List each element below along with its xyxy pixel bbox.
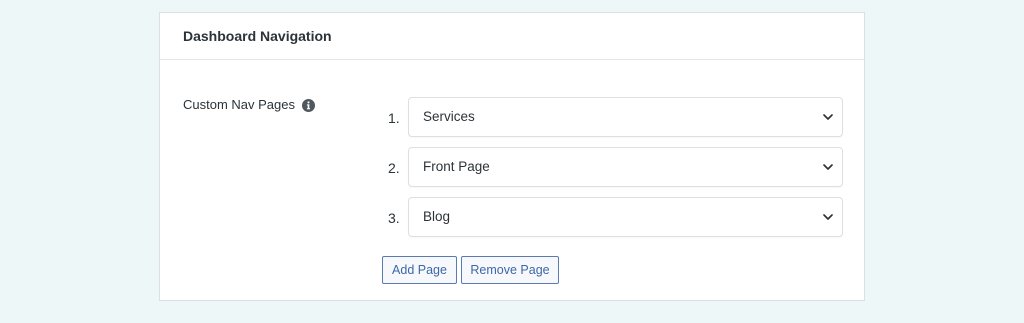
custom-nav-pages-label-group: Custom Nav Pages [183, 97, 315, 112]
custom-nav-pages-label: Custom Nav Pages [183, 97, 295, 112]
nav-page-select-value: Blog [423, 209, 451, 224]
add-page-button[interactable]: Add Page [382, 256, 457, 284]
nav-page-row-2: 2. Front Page [382, 147, 844, 187]
panel-header: Dashboard Navigation [160, 13, 864, 60]
nav-page-select-value: Services [423, 109, 475, 124]
panel-title: Dashboard Navigation [183, 28, 332, 44]
chevron-down-icon [823, 214, 833, 220]
info-icon[interactable] [302, 98, 315, 112]
nav-page-select-3[interactable]: Blog [408, 197, 843, 237]
nav-page-row-3: 3. Blog [382, 197, 844, 237]
dashboard-navigation-panel: Dashboard Navigation Custom Nav Pages 1.… [159, 12, 865, 301]
chevron-down-icon [823, 164, 833, 170]
nav-page-select-2[interactable]: Front Page [408, 147, 843, 187]
remove-page-button[interactable]: Remove Page [461, 256, 559, 284]
chevron-down-icon [823, 114, 833, 120]
nav-page-index: 3. [388, 210, 400, 226]
nav-page-select-1[interactable]: Services [408, 97, 843, 137]
nav-page-index: 2. [388, 160, 400, 176]
nav-page-index: 1. [388, 110, 400, 126]
nav-page-select-value: Front Page [423, 159, 490, 174]
nav-page-row-1: 1. Services [382, 97, 844, 137]
